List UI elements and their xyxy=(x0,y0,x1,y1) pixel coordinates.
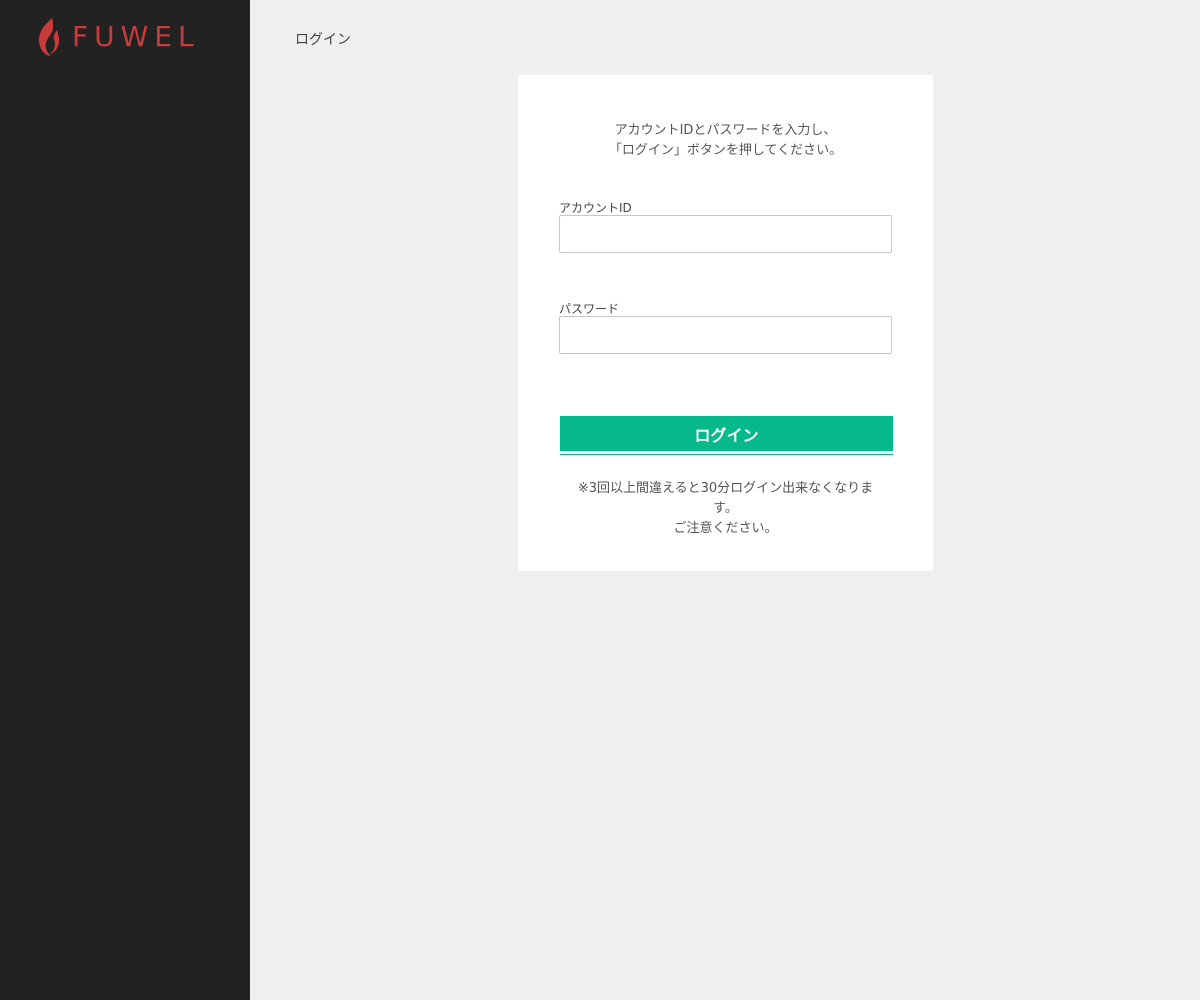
password-label: パスワード xyxy=(559,302,620,316)
brand-logo[interactable]: FUWEL xyxy=(36,16,200,58)
login-card: アカウントIDとパスワードを入力し、 「ログイン」ボタンを押してください。 アカ… xyxy=(518,75,933,571)
warning-line-2: す。 xyxy=(713,501,738,516)
flame-icon xyxy=(39,18,60,56)
brand-name: FUWEL xyxy=(72,20,200,53)
lockout-warning: ※3回以上間違えると30分ログイン出来なくなりま す。 ご注意ください。 xyxy=(563,479,888,539)
account-id-label: アカウントID xyxy=(559,201,632,215)
instruction-line-1: アカウントIDとパスワードを入力し、 xyxy=(614,123,837,138)
instruction-line-2: 「ログイン」ボタンを押してください。 xyxy=(608,143,843,158)
page-title: ログイン xyxy=(295,32,351,48)
login-instructions: アカウントIDとパスワードを入力し、 「ログイン」ボタンを押してください。 xyxy=(518,121,933,161)
warning-line-3: ご注意ください。 xyxy=(673,521,778,536)
password-input[interactable] xyxy=(559,316,892,354)
warning-line-1: ※3回以上間違えると30分ログイン出来なくなりま xyxy=(577,481,874,496)
account-id-input[interactable] xyxy=(559,215,892,253)
main-content: ログイン アカウントIDとパスワードを入力し、 「ログイン」ボタンを押してくださ… xyxy=(250,0,1200,1000)
login-button[interactable]: ログイン xyxy=(560,416,893,454)
sidebar: FUWEL xyxy=(0,0,250,1000)
